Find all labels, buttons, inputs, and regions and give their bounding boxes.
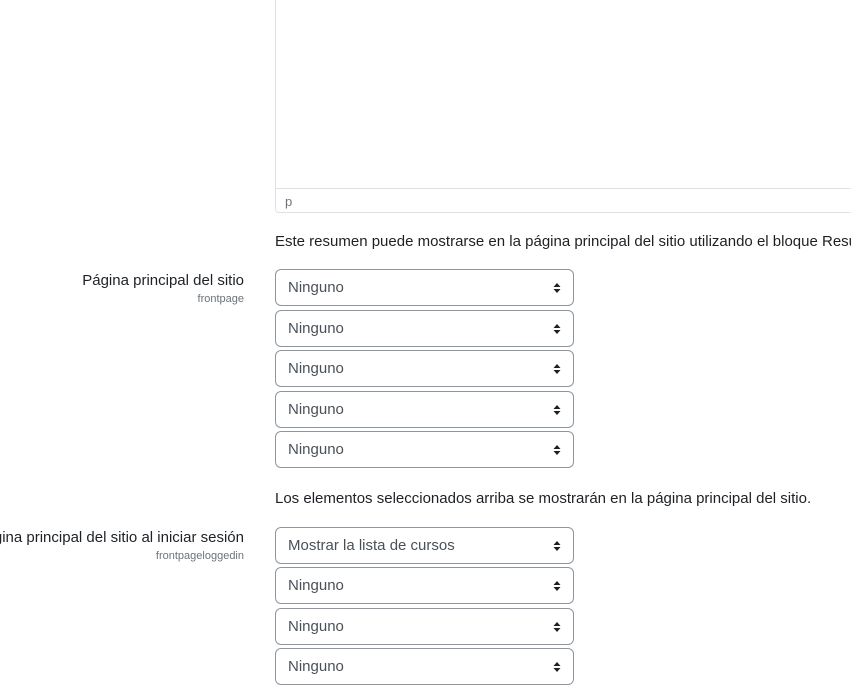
frontpage-select-2[interactable]: Ninguno	[275, 310, 574, 347]
frontpageloggedin-title: gina principal del sitio al iniciar sesi…	[0, 529, 244, 546]
editor-content-area[interactable]	[276, 0, 851, 188]
frontpageloggedin-key: frontpageloggedin	[155, 550, 244, 562]
sort-caret-icon	[553, 541, 561, 551]
select-value: Ninguno	[288, 279, 344, 296]
sort-caret-icon	[553, 581, 561, 591]
sort-caret-icon	[553, 324, 561, 334]
frontpageloggedin-select-3[interactable]: Ninguno	[275, 608, 574, 645]
select-value: Ninguno	[288, 577, 344, 594]
frontpage-label: Página principal del sitio frontpage	[82, 271, 244, 307]
frontpageloggedin-select-2[interactable]: Ninguno	[275, 567, 574, 604]
sort-caret-icon	[553, 445, 561, 455]
sort-caret-icon	[553, 283, 561, 293]
select-value: Ninguno	[288, 360, 344, 377]
settings-page: p Este resumen puede mostrarse en la pág…	[0, 0, 851, 687]
frontpageloggedin-label: gina principal del sitio al iniciar sesi…	[0, 528, 244, 564]
frontpageloggedin-select-4[interactable]: Ninguno	[275, 648, 574, 685]
frontpage-key: frontpage	[197, 293, 244, 305]
frontpage-description: Los elementos seleccionados arriba se mo…	[275, 490, 812, 507]
select-value: Ninguno	[288, 658, 344, 675]
frontpageloggedin-select-1[interactable]: Mostrar la lista de cursos	[275, 527, 574, 564]
select-value: Mostrar la lista de cursos	[288, 537, 455, 554]
frontpage-select-4[interactable]: Ninguno	[275, 391, 574, 428]
sort-caret-icon	[553, 662, 561, 672]
select-value: Ninguno	[288, 401, 344, 418]
select-value: Ninguno	[288, 320, 344, 337]
select-value: Ninguno	[288, 441, 344, 458]
frontpage-title: Página principal del sitio	[82, 272, 244, 289]
sort-caret-icon	[553, 364, 561, 374]
frontpage-select-3[interactable]: Ninguno	[275, 350, 574, 387]
sort-caret-icon	[553, 622, 561, 632]
frontpage-select-5[interactable]: Ninguno	[275, 431, 574, 468]
sort-caret-icon	[553, 405, 561, 415]
editor-statusbar: p	[276, 188, 851, 213]
editor-element-path[interactable]: p	[285, 194, 292, 209]
summary-description: Este resumen puede mostrarse en la págin…	[275, 233, 851, 250]
frontpage-select-1[interactable]: Ninguno	[275, 269, 574, 306]
summary-editor[interactable]: p	[275, 0, 851, 213]
select-value: Ninguno	[288, 618, 344, 635]
